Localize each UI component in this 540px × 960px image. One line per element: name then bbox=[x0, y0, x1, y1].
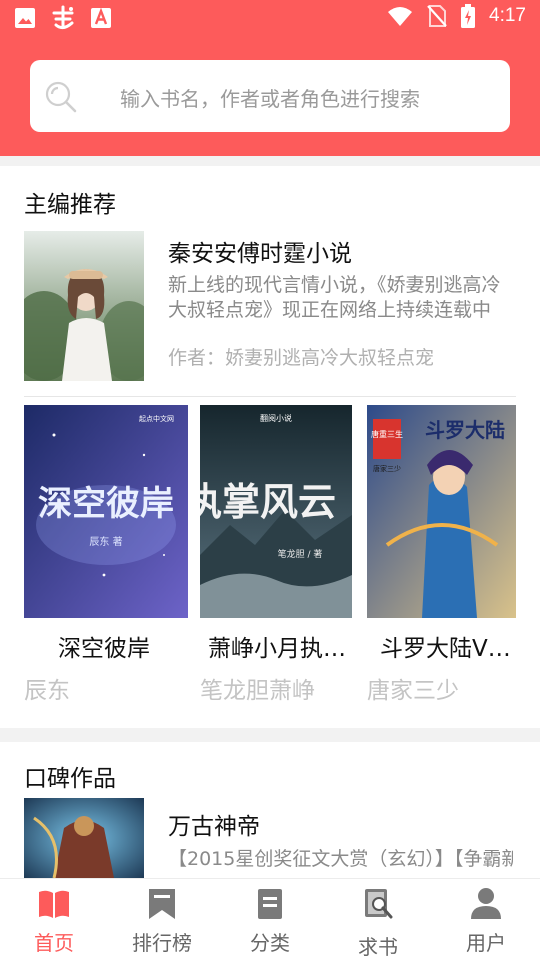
search-icon bbox=[44, 80, 78, 114]
featured-book-title[interactable]: 秦安安傅时霆小说 bbox=[168, 234, 352, 268]
book-author: 辰东 bbox=[24, 678, 70, 704]
status-bar: 4:17 bbox=[0, 0, 540, 36]
battery-charging-icon bbox=[461, 4, 476, 28]
featured-book-author: 作者：娇妻别逃高冷大叔轻点宠 bbox=[168, 347, 435, 369]
clock: 4:17 bbox=[489, 5, 526, 26]
tab-user[interactable]: 用户 bbox=[432, 879, 540, 960]
book-card[interactable]: 唐重三生 斗罗大陆 唐家三少 斗罗大陆V… 唐家三少 bbox=[367, 405, 516, 704]
book-card[interactable]: 深空彼岸 辰东 著 起点中文网 深空彼岸 辰东 bbox=[24, 405, 188, 704]
search-bar[interactable]: 输入书名，作者或者角色进行搜索 bbox=[30, 60, 510, 132]
wifi-icon bbox=[387, 5, 413, 27]
no-sim-icon bbox=[427, 4, 447, 28]
app-header: 4:17 输入书名，作者或者角色进行搜索 bbox=[0, 0, 540, 156]
cover-badge: 唐重三生 bbox=[371, 429, 403, 439]
cover-author: 唐家三少 bbox=[373, 464, 401, 473]
tab-label: 用户 bbox=[466, 931, 506, 955]
book-card[interactable]: 执掌风云 笔龙胆 / 著 翻阅小说 萧峥小月执… 笔龙胆萧峥 bbox=[200, 405, 352, 704]
user-icon bbox=[470, 886, 502, 920]
featured-book-cover[interactable] bbox=[24, 231, 144, 381]
cover-author: 辰东 著 bbox=[89, 535, 122, 548]
bookmark-icon bbox=[146, 886, 178, 920]
featured-book-description: 新上线的现代言情小说，《娇妻别逃高冷大叔轻点宠》现正在网络上持续连载中 bbox=[168, 274, 501, 321]
tab-label: 求书 bbox=[358, 935, 398, 959]
tab-category[interactable]: 分类 bbox=[216, 879, 324, 960]
tab-request-book[interactable]: 求书 bbox=[324, 879, 432, 960]
section-title-reputation: 口碑作品 bbox=[24, 766, 116, 792]
cover-title: 深空彼岸 bbox=[38, 484, 174, 524]
book-description: 【2015星创奖征文大赏（玄幻）】【争霸新书】八百年前，明帝之 bbox=[168, 848, 513, 870]
book-title[interactable]: 万古神帝 bbox=[168, 807, 260, 841]
category-icon bbox=[254, 886, 286, 920]
section-divider bbox=[0, 728, 540, 742]
book-author: 笔龙胆萧峥 bbox=[200, 678, 315, 704]
tab-ranking[interactable]: 排行榜 bbox=[108, 879, 216, 960]
book-cover[interactable] bbox=[24, 798, 144, 878]
book-author: 唐家三少 bbox=[367, 678, 459, 704]
tab-home[interactable]: 首页 bbox=[0, 879, 108, 960]
cover-title: 斗罗大陆 bbox=[425, 418, 505, 442]
book-cover[interactable]: 唐重三生 斗罗大陆 唐家三少 bbox=[367, 405, 516, 618]
book-cover[interactable]: 深空彼岸 辰东 著 起点中文网 bbox=[24, 405, 188, 618]
book-title: 深空彼岸 bbox=[58, 636, 150, 662]
book-cover[interactable]: 执掌风云 笔龙胆 / 著 翻阅小说 bbox=[200, 405, 352, 618]
divider bbox=[24, 396, 516, 397]
cover-badge: 起点中文网 bbox=[139, 414, 174, 423]
bottom-tab-bar: 首页 排行榜 分类 求书 用户 bbox=[0, 878, 540, 960]
tab-label: 排行榜 bbox=[132, 931, 192, 955]
image-icon bbox=[14, 7, 36, 29]
search-book-icon bbox=[362, 886, 394, 920]
cover-author: 笔龙胆 / 著 bbox=[278, 548, 323, 560]
search-input[interactable]: 输入书名，作者或者角色进行搜索 bbox=[120, 83, 420, 112]
bug-app-icon bbox=[50, 5, 76, 31]
tab-label: 分类 bbox=[250, 931, 290, 955]
book-title: 萧峥小月执… bbox=[208, 636, 346, 662]
section-title-editor-picks: 主编推荐 bbox=[24, 192, 116, 218]
book-open-icon bbox=[38, 886, 70, 920]
cover-badge: 翻阅小说 bbox=[260, 413, 292, 423]
book-title: 斗罗大陆V… bbox=[380, 636, 511, 662]
section-divider bbox=[0, 156, 540, 166]
tab-label: 首页 bbox=[34, 931, 74, 955]
text-app-icon bbox=[90, 7, 112, 29]
cover-title: 执掌风云 bbox=[200, 479, 336, 524]
